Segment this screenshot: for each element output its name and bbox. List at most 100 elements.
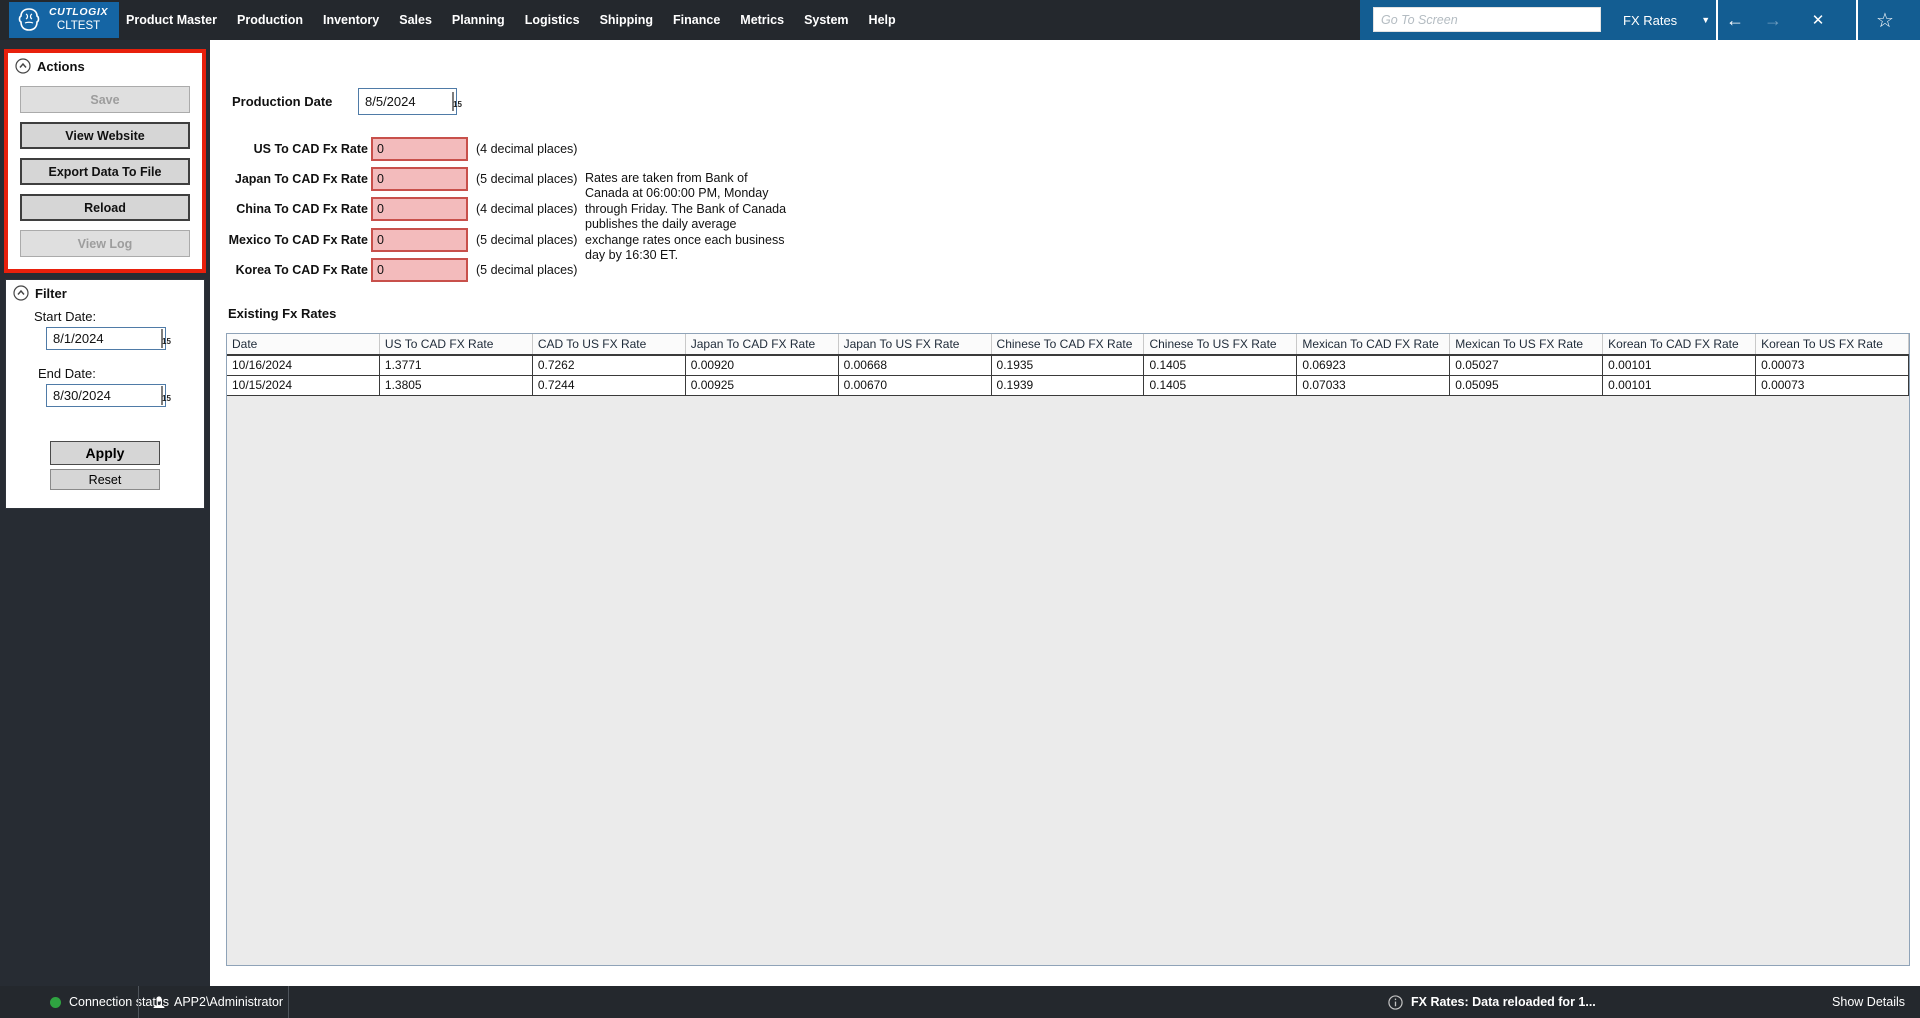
fx-rate-row: Mexico To CAD Fx Rate(5 decimal places)	[210, 228, 577, 252]
column-header-chinese-to-cad-fx-rate[interactable]: Chinese To CAD FX Rate	[992, 334, 1145, 354]
column-header-cad-to-us-fx-rate[interactable]: CAD To US FX Rate	[533, 334, 686, 354]
view-log-button[interactable]: View Log	[20, 230, 190, 257]
column-header-mexican-to-cad-fx-rate[interactable]: Mexican To CAD FX Rate	[1297, 334, 1450, 354]
end-date-label: End Date:	[38, 366, 96, 381]
collapse-chevron-icon[interactable]	[15, 58, 31, 74]
calendar-picker-icon[interactable]: 15	[161, 330, 163, 348]
start-date-label: Start Date:	[34, 309, 96, 324]
start-date-field: 15	[46, 327, 166, 350]
menu-item-help[interactable]: Help	[869, 13, 896, 27]
menu-item-product-master[interactable]: Product Master	[126, 13, 217, 27]
existing-fx-rates-title: Existing Fx Rates	[228, 306, 336, 321]
calendar-picker-icon[interactable]: 15	[161, 387, 163, 405]
main-content: Production Date 15 US To CAD Fx Rate(4 d…	[210, 40, 1920, 986]
table-cell: 0.1405	[1144, 376, 1297, 395]
menu-item-inventory[interactable]: Inventory	[323, 13, 379, 27]
column-header-chinese-to-us-fx-rate[interactable]: Chinese To US FX Rate	[1144, 334, 1297, 354]
menu-item-production[interactable]: Production	[237, 13, 303, 27]
forward-button[interactable]: →	[1753, 0, 1793, 40]
view-website-button[interactable]: View Website	[20, 122, 190, 149]
end-date-field: 15	[46, 384, 166, 407]
save-button[interactable]: Save	[20, 86, 190, 113]
end-date-input[interactable]	[47, 385, 127, 406]
table-cell: 0.1405	[1144, 356, 1297, 375]
fx-rate-row: US To CAD Fx Rate(4 decimal places)	[210, 137, 577, 161]
column-header-date[interactable]: Date	[227, 334, 380, 354]
fx-rate-row: Korea To CAD Fx Rate (5 decimal places)	[210, 258, 577, 282]
filter-panel: Filter Start Date: 15 End Date: 15 Apply…	[5, 279, 205, 509]
mexico-to-cad-fx-rate-label: Mexico To CAD Fx Rate	[210, 228, 368, 252]
column-header-japan-to-us-fx-rate[interactable]: Japan To US FX Rate	[839, 334, 992, 354]
statusbar-divider	[138, 986, 139, 1018]
back-button[interactable]: ←	[1715, 0, 1755, 40]
decimal-places-hint: (5 decimal places)	[476, 167, 577, 191]
menu-item-logistics[interactable]: Logistics	[525, 13, 580, 27]
table-cell: 10/16/2024	[227, 356, 380, 375]
action-buttons: Save View Website Export Data To File Reloa…	[20, 86, 190, 266]
screen-selector-dropdown[interactable]: FX Rates ▼	[1623, 0, 1713, 40]
menu-item-shipping[interactable]: Shipping	[600, 13, 653, 27]
note-line: through Friday. The Bank of Canada	[585, 202, 813, 217]
mexico-to-cad-fx-rate-input[interactable]	[371, 228, 468, 252]
existing-fx-rates-grid: DateUS To CAD FX RateCAD To US FX RateJa…	[226, 333, 1910, 966]
column-header-korean-to-us-fx-rate[interactable]: Korean To US FX Rate	[1756, 334, 1909, 354]
china-to-cad-fx-rate-input[interactable]	[371, 197, 468, 221]
reset-button[interactable]: Reset	[50, 469, 160, 490]
decimal-places-hint: (4 decimal places)	[476, 197, 577, 221]
note-line: exchange rates once each business	[585, 233, 813, 248]
apply-button[interactable]: Apply	[50, 441, 160, 465]
logged-in-user: APP2\Administrator	[152, 986, 283, 1018]
show-details-link[interactable]: Show Details	[1832, 986, 1905, 1018]
china-to-cad-fx-rate-label: China To CAD Fx Rate	[210, 197, 368, 221]
table-cell: 0.1935	[992, 356, 1145, 375]
column-header-mexican-to-us-fx-rate[interactable]: Mexican To US FX Rate	[1450, 334, 1603, 354]
close-screen-button[interactable]: ✕	[1798, 0, 1838, 40]
cutlogix-brain-icon	[14, 5, 44, 35]
status-bar: Connection status APP2\Administrator FX …	[0, 986, 1920, 1018]
menu-item-system[interactable]: System	[804, 13, 848, 27]
favorite-star-button[interactable]: ☆	[1865, 0, 1905, 40]
menu-item-finance[interactable]: Finance	[673, 13, 720, 27]
actions-panel: Actions SaveView WebsiteExport Data To F…	[4, 49, 206, 273]
fx-rate-row: China To CAD Fx Rate (4 decimal places)	[210, 197, 577, 221]
table-cell: 0.00073	[1756, 356, 1909, 375]
column-header-korean-to-cad-fx-rate[interactable]: Korean To CAD FX Rate	[1603, 334, 1756, 354]
filter-panel-title: Filter	[35, 286, 67, 301]
japan-to-cad-fx-rate-input[interactable]	[371, 167, 468, 191]
production-date-input[interactable]	[359, 89, 439, 114]
column-header-japan-to-cad-fx-rate[interactable]: Japan To CAD FX Rate	[686, 334, 839, 354]
calendar-picker-icon[interactable]: 15	[452, 93, 454, 111]
top-menu-bar: CUTLOGIX CLTEST Product MasterProduction…	[0, 0, 1920, 40]
table-row[interactable]: 10/15/20241.38050.72440.009250.006700.19…	[227, 376, 1909, 396]
fx-rate-row: Japan To CAD Fx Rate(5 decimal places)	[210, 167, 577, 191]
korea-to-cad-fx-rate-input[interactable]	[371, 258, 468, 282]
menu-item-planning[interactable]: Planning	[452, 13, 505, 27]
us-to-cad-fx-rate-input[interactable]	[371, 137, 468, 161]
menu-item-sales[interactable]: Sales	[399, 13, 432, 27]
production-date-field: 15	[358, 88, 457, 115]
screen-selector-value: FX Rates	[1623, 13, 1677, 28]
goto-screen-input[interactable]	[1373, 7, 1601, 32]
left-sidebar: Actions SaveView WebsiteExport Data To F…	[0, 40, 210, 986]
decimal-places-hint: (5 decimal places)	[476, 258, 577, 282]
collapse-chevron-icon[interactable]	[13, 285, 29, 301]
statusbar-divider	[288, 986, 289, 1018]
menu-item-metrics[interactable]: Metrics	[740, 13, 784, 27]
status-message: FX Rates: Data reloaded for 1...	[1411, 995, 1596, 1009]
korea-to-cad-fx-rate-label: Korea To CAD Fx Rate	[210, 258, 368, 282]
rates-info-note: Rates are taken from Bank ofCanada at 06…	[585, 171, 813, 263]
table-row[interactable]: 10/16/20241.37710.72620.009200.006680.19…	[227, 356, 1909, 376]
export-data-to-file-button[interactable]: Export Data To File	[20, 158, 190, 185]
table-cell: 1.3771	[380, 356, 533, 375]
table-cell: 0.00101	[1603, 356, 1756, 375]
reload-button[interactable]: Reload	[20, 194, 190, 221]
table-cell: 0.05095	[1450, 376, 1603, 395]
note-line: publishes the daily average	[585, 217, 813, 232]
topbar-tools: FX Rates ▼ ← → ✕ ☆	[1360, 0, 1920, 40]
column-header-us-to-cad-fx-rate[interactable]: US To CAD FX Rate	[380, 334, 533, 354]
grid-header-row: DateUS To CAD FX RateCAD To US FX RateJa…	[227, 334, 1909, 356]
start-date-input[interactable]	[47, 328, 127, 349]
grid-body: 10/16/20241.37710.72620.009200.006680.19…	[227, 356, 1909, 396]
connection-status-icon	[50, 997, 61, 1008]
main-menu: Product Master Production Inventory Sales Pl…	[126, 0, 896, 40]
